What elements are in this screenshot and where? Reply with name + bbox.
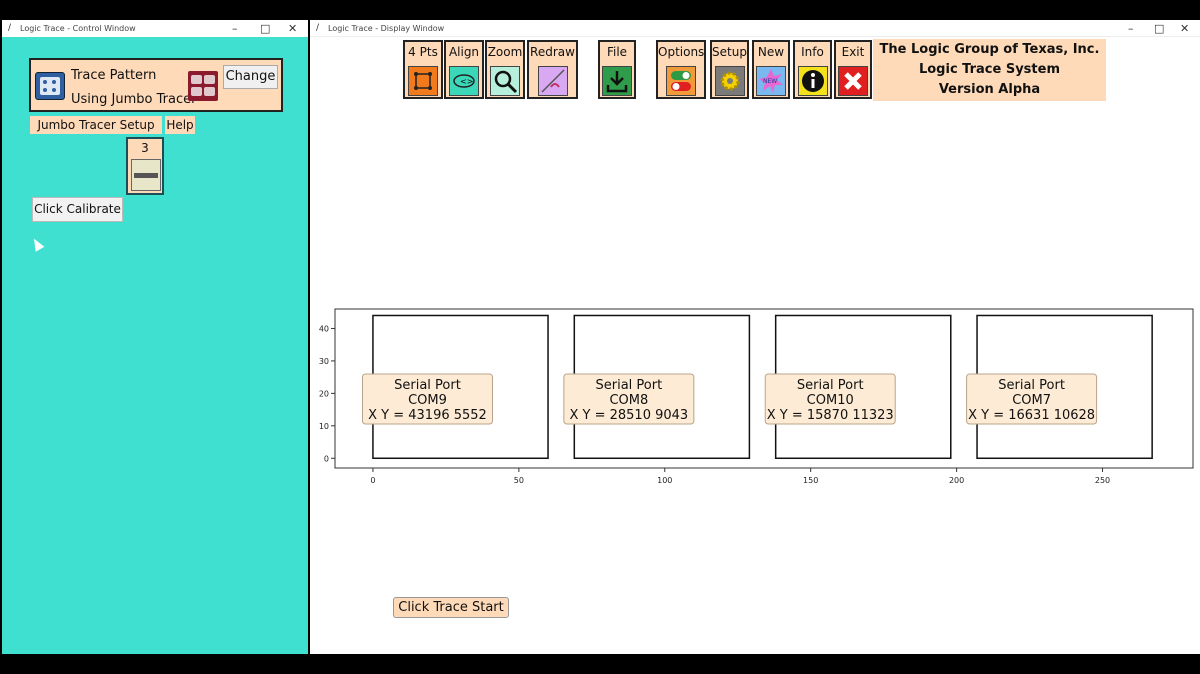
close-icon xyxy=(838,66,868,96)
y-tick-label: 10 xyxy=(319,422,329,431)
tracer-device-icon xyxy=(131,159,161,191)
calibrate-button[interactable]: Click Calibrate xyxy=(32,197,123,222)
display-window-title: Logic Trace - Display Window xyxy=(328,24,445,33)
serial-port-xy: X Y = 43196 5552 xyxy=(368,408,487,423)
options-label: Options xyxy=(658,45,705,59)
exit-button[interactable]: Exit xyxy=(834,40,872,99)
x-tick-label: 200 xyxy=(949,476,964,485)
new-label: New xyxy=(757,45,785,59)
new-button[interactable]: New NEW xyxy=(752,40,790,99)
maximize-icon[interactable]: □ xyxy=(1154,20,1164,37)
feather-icon: ∕ xyxy=(316,23,320,33)
serial-port-title: Serial Port xyxy=(596,378,663,393)
new-burst-icon: NEW xyxy=(756,66,786,96)
control-window: ∕ Logic Trace - Control Window – □ ✕ Tra… xyxy=(2,20,308,654)
company-panel: The Logic Group of Texas, Inc. Logic Tra… xyxy=(873,39,1106,101)
minimize-icon[interactable]: – xyxy=(1128,20,1134,37)
info-icon xyxy=(797,66,828,96)
y-tick-label: 20 xyxy=(319,389,329,398)
tracer-counter[interactable]: 3 xyxy=(126,137,164,195)
redraw-button[interactable]: Redraw xyxy=(527,40,578,99)
feather-icon: ∕ xyxy=(8,23,12,33)
magnifier-icon xyxy=(490,66,520,96)
serial-port-name: COM10 xyxy=(807,393,854,408)
svg-text:NEW: NEW xyxy=(763,78,777,85)
redraw-icon xyxy=(537,66,568,96)
counter-value: 3 xyxy=(141,141,149,155)
pattern-icon xyxy=(35,72,65,100)
zoom-button[interactable]: Zoom xyxy=(485,40,525,99)
square-points-icon xyxy=(408,66,438,96)
serial-port-title: Serial Port xyxy=(998,378,1065,393)
serial-port-title: Serial Port xyxy=(394,378,461,393)
pattern-title: Trace Pattern xyxy=(71,68,157,83)
system-name: Logic Trace System xyxy=(918,62,1061,77)
redraw-label: Redraw xyxy=(530,45,575,59)
x-tick-label: 150 xyxy=(803,476,818,485)
x-tick-label: 250 xyxy=(1095,476,1110,485)
minimize-icon[interactable]: – xyxy=(232,20,238,37)
svg-text:<>: <> xyxy=(460,77,473,86)
serial-port-xy: X Y = 15870 11323 xyxy=(767,408,894,423)
x-tick-label: 100 xyxy=(657,476,672,485)
info-label: Info xyxy=(801,45,824,59)
info-button[interactable]: Info xyxy=(793,40,832,99)
align-eye-icon: <> xyxy=(449,66,479,96)
y-tick-label: 30 xyxy=(319,357,329,366)
company-name: The Logic Group of Texas, Inc. xyxy=(879,42,1100,57)
menu-help[interactable]: Help xyxy=(165,116,195,134)
menu-jumbo-tracer-setup[interactable]: Jumbo Tracer Setup xyxy=(30,116,162,134)
exit-label: Exit xyxy=(841,45,865,59)
download-icon xyxy=(602,66,632,96)
jumbo-tracer-icon xyxy=(188,71,218,101)
control-window-titlebar[interactable]: ∕ Logic Trace - Control Window – □ ✕ xyxy=(2,20,308,37)
zoom-label: Zoom xyxy=(487,45,523,59)
mouse-cursor-icon xyxy=(29,236,45,252)
display-window: ∕ Logic Trace - Display Window – □ ✕ 4 P… xyxy=(310,20,1200,654)
trace-pattern-panel: Trace Pattern Using Jumbo Tracer Change xyxy=(29,58,283,112)
serial-port-xy: X Y = 16631 10628 xyxy=(968,408,1095,423)
serial-port-name: COM9 xyxy=(408,393,447,408)
four-points-label: 4 Pts xyxy=(408,45,438,59)
pattern-subtitle: Using Jumbo Tracer xyxy=(71,92,197,107)
desktop: ∕ Logic Trace - Control Window – □ ✕ Tra… xyxy=(0,0,1200,674)
trace-start-button[interactable]: Click Trace Start xyxy=(393,597,509,618)
maximize-icon[interactable]: □ xyxy=(260,20,270,37)
trace-plot: 0 50 100 150 200 250010203040Serial PortCOM9X… xyxy=(319,308,1194,485)
align-button[interactable]: Align <> xyxy=(444,40,484,99)
close-window-icon[interactable]: ✕ xyxy=(288,20,297,37)
display-window-titlebar[interactable]: ∕ Logic Trace - Display Window – □ ✕ xyxy=(310,20,1200,37)
options-button[interactable]: Options xyxy=(656,40,706,99)
x-tick-label: 0 xyxy=(370,476,375,485)
align-label: Align xyxy=(448,45,480,59)
serial-port-title: Serial Port xyxy=(797,378,864,393)
change-button[interactable]: Change xyxy=(223,65,278,89)
y-tick-label: 40 xyxy=(319,324,329,333)
setup-label: Setup xyxy=(712,45,747,59)
close-window-icon[interactable]: ✕ xyxy=(1180,20,1189,37)
version-label: Version Alpha xyxy=(938,82,1041,97)
toggle-icon xyxy=(666,66,696,96)
file-label: File xyxy=(606,45,628,59)
serial-port-name: COM8 xyxy=(609,393,648,408)
serial-port-xy: X Y = 28510 9043 xyxy=(569,408,688,423)
serial-port-name: COM7 xyxy=(1012,393,1051,408)
setup-button[interactable]: Setup xyxy=(710,40,749,99)
file-button[interactable]: File xyxy=(598,40,636,99)
control-window-title: Logic Trace - Control Window xyxy=(20,24,136,33)
x-tick-label: 50 xyxy=(514,476,524,485)
gear-icon xyxy=(714,66,745,96)
y-tick-label: 0 xyxy=(324,454,329,463)
four-points-button[interactable]: 4 Pts xyxy=(403,40,443,99)
